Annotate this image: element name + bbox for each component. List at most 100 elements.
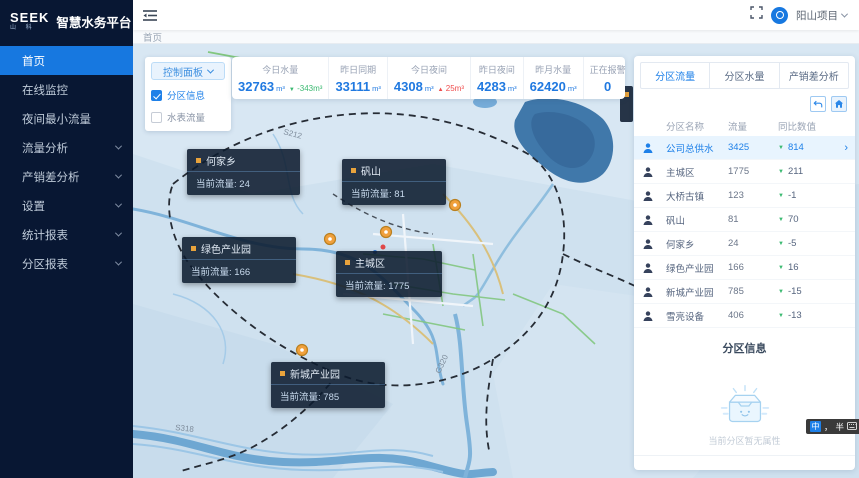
sidebar-item-online-monitor[interactable]: 在线监控: [0, 75, 133, 104]
sidebar-item-label: 产销差分析: [22, 169, 80, 185]
user-menu[interactable]: 阳山项目: [796, 8, 847, 23]
stat-label: 昨日同期: [340, 63, 376, 76]
sidebar-item-settings[interactable]: 设置: [0, 191, 133, 220]
arrow-down-icon: ▼: [778, 169, 784, 175]
row-name: 主城区: [666, 165, 728, 179]
row-delta: 814: [788, 142, 804, 153]
avatar-logo-icon: [776, 11, 784, 19]
sidebar: SEEK 山 科 智慧水务平台 首页 在线监控 夜间最小流量 流量分析 产销差分…: [0, 0, 133, 478]
sidebar-collapse-icon[interactable]: [143, 9, 157, 22]
back-button[interactable]: [810, 96, 826, 112]
stat-unit: m³: [276, 84, 285, 93]
table-row[interactable]: 矾山 81 ▼70: [634, 208, 855, 232]
row-name: 绿色产业园: [666, 261, 728, 275]
tab-zone-flow[interactable]: 分区流量: [641, 63, 710, 88]
table-row[interactable]: 新城产业园 785 ▼-15: [634, 280, 855, 304]
map-tooltip-main-city[interactable]: 主城区 当前流量: 1775: [336, 251, 442, 297]
map-marker[interactable]: [325, 234, 336, 245]
flow-label: 当前流量:: [345, 281, 386, 292]
avatar[interactable]: [771, 7, 788, 24]
sidebar-item-flow-analysis[interactable]: 流量分析: [0, 133, 133, 162]
stat-value: 32763: [238, 79, 274, 94]
empty-inbox-icon: [716, 384, 774, 428]
table-row[interactable]: 雪亮设备 406 ▼-13: [634, 304, 855, 328]
checkbox-unchecked-icon: [151, 112, 162, 123]
chevron-down-icon: [115, 230, 122, 237]
ime-width-toggle[interactable]: 半: [836, 421, 845, 433]
stat-unit: m³: [508, 84, 517, 93]
row-name: 矾山: [666, 213, 728, 227]
stat-label: 今日水量: [262, 63, 298, 76]
table-row[interactable]: 公司总供水 3425 ▼814 ›: [634, 136, 855, 160]
zone-dot-icon: [191, 246, 196, 251]
stat-label: 今日夜间: [411, 63, 447, 76]
stat-unit: m³: [425, 84, 434, 93]
control-panel-button[interactable]: 控制面板: [151, 62, 225, 80]
stat-label: 昨日夜间: [479, 63, 515, 76]
alarm-dot: [381, 245, 386, 250]
stat-active-alarms: 正在报警 0: [584, 57, 632, 99]
zone-name: 新城产业园: [290, 366, 340, 381]
flow-value: 166: [234, 267, 250, 278]
row-flow: 3425: [728, 142, 778, 153]
zone-name: 主城区: [355, 255, 385, 270]
sidebar-item-label: 流量分析: [22, 140, 68, 156]
arrow-down-icon: ▼: [778, 145, 784, 151]
sidebar-item-statistics-report[interactable]: 统计报表: [0, 220, 133, 249]
row-delta: -13: [788, 310, 802, 321]
map-tooltip-fanshan[interactable]: 矾山 当前流量: 81: [342, 159, 446, 205]
user-icon: [642, 238, 666, 250]
sidebar-item-night-min-flow[interactable]: 夜间最小流量: [0, 104, 133, 133]
app-title: 智慧水务平台: [56, 12, 131, 31]
user-name-label: 阳山项目: [796, 8, 838, 23]
zone-dot-icon: [345, 260, 350, 265]
row-flow: 785: [728, 286, 778, 297]
map-marker[interactable]: [381, 227, 392, 238]
stat-value: 4283: [477, 79, 506, 94]
section-title: 分区信息: [634, 340, 855, 356]
table-row[interactable]: 主城区 1775 ▼211: [634, 160, 855, 184]
chevron-down-icon: [115, 143, 122, 150]
map-marker[interactable]: [297, 345, 308, 356]
user-icon: [642, 166, 666, 178]
map-marker[interactable]: [450, 200, 461, 211]
zone-panel: 分区流量 分区水量 产销差分析 分区名称 流量 同比数值 公司总供水 3425 …: [634, 56, 855, 470]
row-delta: 211: [788, 166, 803, 177]
sidebar-item-zone-report[interactable]: 分区报表: [0, 249, 133, 278]
map-tooltip-green-park[interactable]: 绿色产业园 当前流量: 166: [182, 237, 296, 283]
ime-punctuation-toggle[interactable]: ，: [824, 421, 833, 433]
fullscreen-icon[interactable]: [750, 6, 763, 24]
checkbox-label: 水表流量: [167, 110, 205, 124]
row-delta: -15: [788, 286, 802, 297]
control-panel-label: 控制面板: [163, 64, 203, 79]
table-row[interactable]: 大桥古镇 123 ▼-1: [634, 184, 855, 208]
table-row[interactable]: 绿色产业园 166 ▼16: [634, 256, 855, 280]
checkbox-meter-flow[interactable]: 水表流量: [151, 110, 225, 124]
tab-nrw-analysis[interactable]: 产销差分析: [780, 63, 848, 88]
row-name: 何家乡: [666, 237, 728, 251]
panel-tabs: 分区流量 分区水量 产销差分析: [640, 62, 849, 89]
chevron-down-icon: [115, 172, 122, 179]
caret-down-icon: [841, 10, 848, 17]
row-name: 雪亮设备: [666, 309, 728, 323]
table-header: 分区名称 流量 同比数值: [634, 116, 855, 136]
empty-state-text: 当前分区暂无属性: [708, 434, 780, 447]
sidebar-item-nrw-analysis[interactable]: 产销差分析: [0, 162, 133, 191]
ime-language-toggle[interactable]: 中: [810, 421, 821, 432]
flow-label: 当前流量:: [351, 189, 392, 200]
table-row[interactable]: 何家乡 24 ▼-5: [634, 232, 855, 256]
stat-month-volume: 昨月水量 62420 m³: [524, 57, 584, 99]
sidebar-menu: 首页 在线监控 夜间最小流量 流量分析 产销差分析 设置 统计报表 分区报表: [0, 46, 133, 278]
row-flow: 81: [728, 214, 778, 225]
map-tooltip-hejiaxiang[interactable]: 何家乡 当前流量: 24: [187, 149, 300, 195]
keyboard-icon[interactable]: [847, 422, 857, 432]
sidebar-item-label: 统计报表: [22, 227, 68, 243]
checkbox-zone-info[interactable]: 分区信息: [151, 88, 225, 102]
zone-name: 绿色产业园: [201, 241, 251, 256]
breadcrumb[interactable]: 首页: [143, 30, 162, 44]
home-button[interactable]: [831, 96, 847, 112]
tab-zone-volume[interactable]: 分区水量: [710, 63, 779, 88]
breadcrumb-bar: 首页: [133, 30, 859, 44]
map-tooltip-new-city-park[interactable]: 新城产业园 当前流量: 785: [271, 362, 385, 408]
sidebar-item-home[interactable]: 首页: [0, 46, 133, 75]
